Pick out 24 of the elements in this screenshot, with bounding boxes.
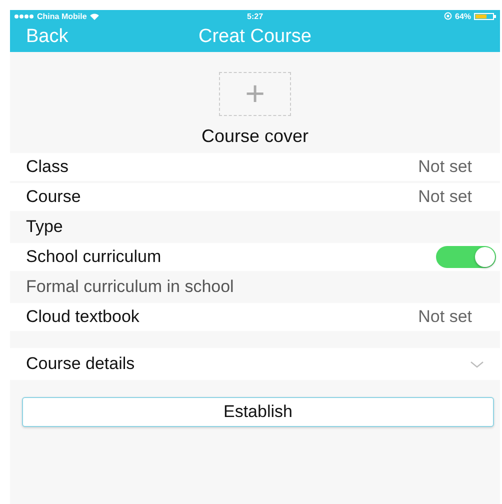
signal-icon <box>14 14 34 18</box>
carrier-name: China Mobile <box>37 12 87 20</box>
battery-percent: 64% <box>455 12 472 20</box>
section-header: Type <box>26 217 63 237</box>
row-label: Class <box>26 157 69 177</box>
row-label: Cloud textbook <box>26 307 140 327</box>
alarm-icon <box>444 12 452 20</box>
chevron-icon[interactable] <box>470 360 484 368</box>
back-button[interactable]: Back <box>26 26 68 48</box>
establish-button[interactable]: Establish <box>22 397 494 427</box>
wifi-icon <box>90 12 99 20</box>
clock-time: 5:27 <box>247 12 264 20</box>
row-value: Not set <box>418 187 472 207</box>
row-label: Course <box>26 187 81 207</box>
row-label: School curriculum <box>26 247 162 267</box>
row-note: Formal curriculum in school <box>26 277 234 297</box>
row-value: Not set <box>418 157 472 177</box>
row-value: Not set <box>418 307 472 327</box>
page-title: Creat Course <box>198 26 312 48</box>
add-cover-button[interactable]: + <box>219 72 291 116</box>
battery-icon <box>474 12 496 20</box>
cover-label: Course cover <box>201 126 309 147</box>
row-label: Course details <box>26 354 135 374</box>
toggle-switch[interactable] <box>436 246 496 268</box>
